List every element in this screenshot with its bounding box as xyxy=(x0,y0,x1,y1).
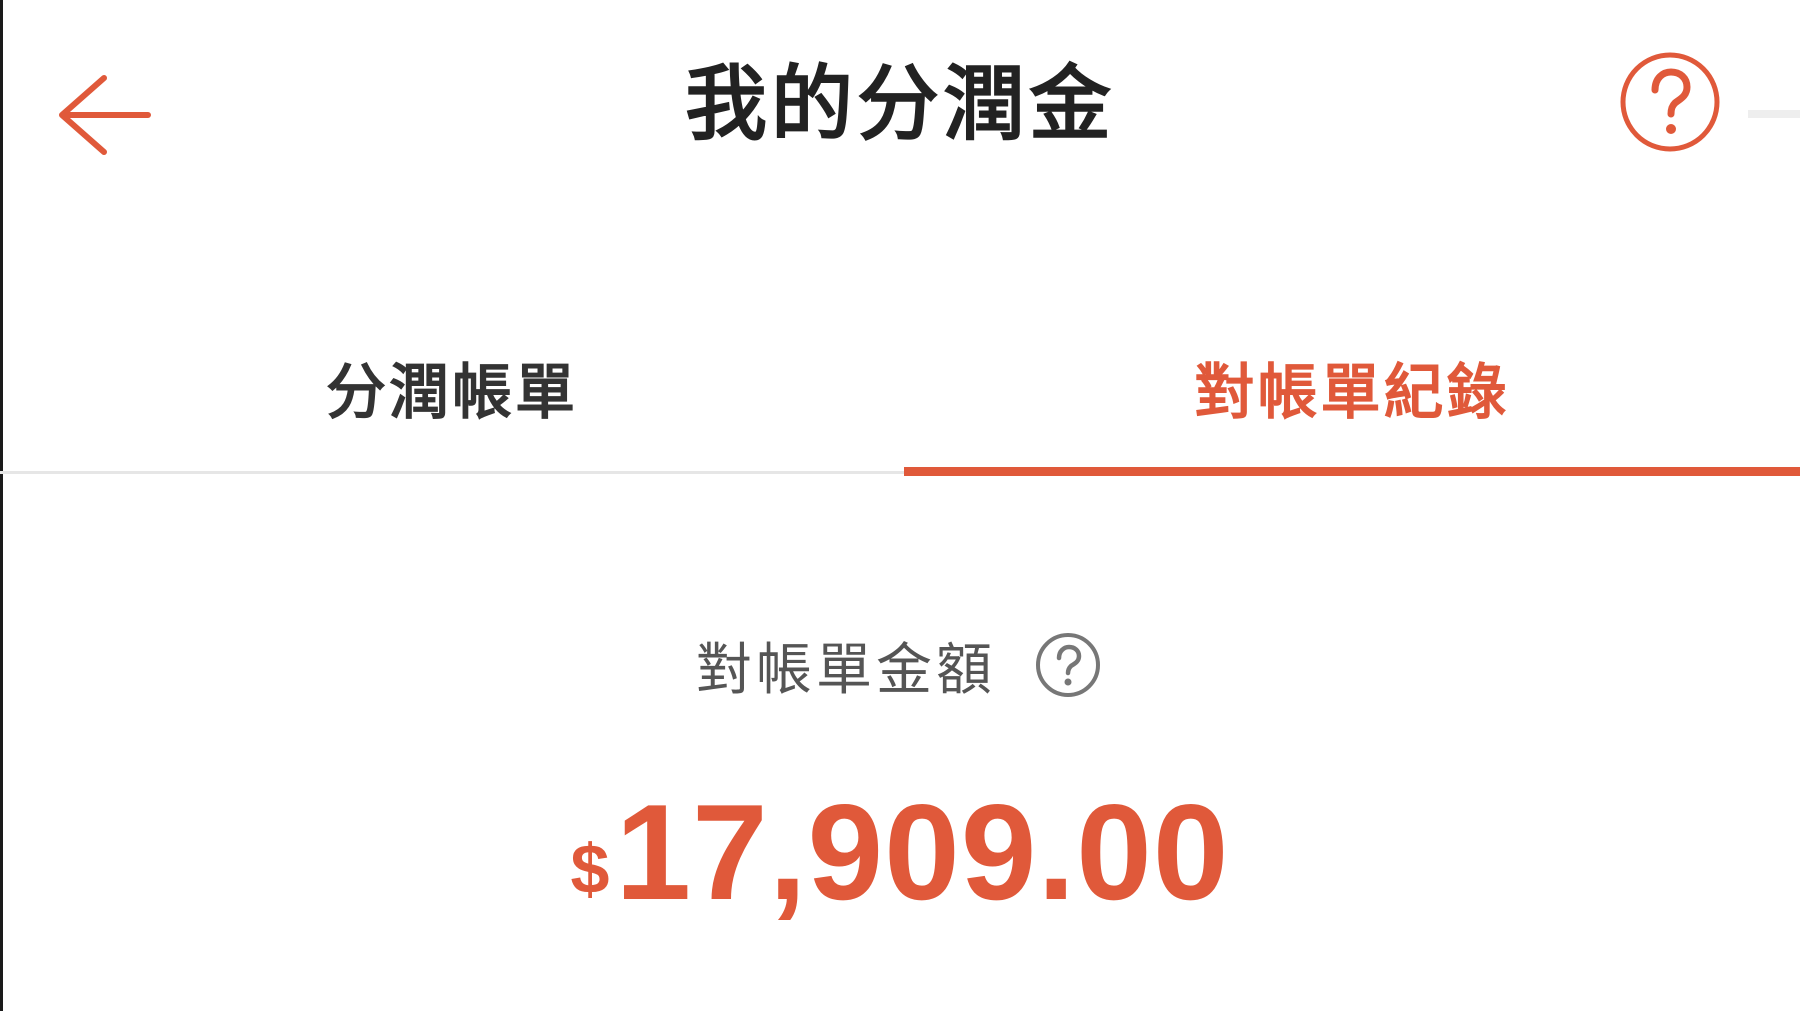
page-title: 我的分潤金 xyxy=(684,57,1115,152)
tab-bar: 分潤帳單 對帳單紀錄 xyxy=(0,300,1800,475)
help-button[interactable] xyxy=(1612,44,1728,160)
amount-value: 17,909.00 xyxy=(615,776,1230,928)
question-circle-icon xyxy=(1620,52,1720,152)
statement-amount-label-row: 對帳單金額 xyxy=(0,620,1800,710)
statement-amount: $ 17,909.00 xyxy=(0,770,1800,920)
currency-symbol: $ xyxy=(570,830,610,908)
active-tab-indicator xyxy=(904,467,1800,476)
amount-help-button[interactable] xyxy=(1032,629,1104,701)
tab-statement-records[interactable]: 對帳單紀錄 xyxy=(904,300,1800,475)
header: 我的分潤金 xyxy=(0,0,1800,220)
tab-profit-share-bills[interactable]: 分潤帳單 xyxy=(0,300,904,475)
header-edge-shadow xyxy=(1748,110,1800,118)
screen: 我的分潤金 分潤帳單 對帳單紀錄 對帳單金額 $ 17,909.00 xyxy=(0,0,1800,1011)
statement-amount-label: 對帳單金額 xyxy=(696,637,996,703)
question-circle-icon xyxy=(1036,633,1100,697)
